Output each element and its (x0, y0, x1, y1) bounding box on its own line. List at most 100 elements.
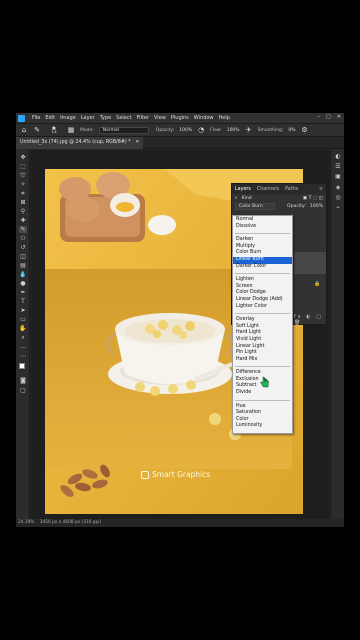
libraries-panel-icon[interactable]: ▣ (334, 173, 342, 180)
color-panel-icon[interactable]: ◐ (334, 153, 342, 160)
menu-divider (235, 399, 290, 401)
blend-hard-mix[interactable]: Hard Mix (233, 357, 292, 364)
rectangle-tool-icon[interactable]: ▭ (19, 316, 27, 323)
marquee-tool-icon[interactable]: ⬚ (19, 163, 27, 170)
blend-vivid-light[interactable]: Vivid Light (233, 337, 292, 344)
smoothing-value[interactable]: 0% (288, 128, 295, 133)
blend-darker-color[interactable]: Darker Color (233, 264, 292, 271)
airbrush-icon[interactable]: ✈ (245, 126, 253, 134)
document-tab-bar: Untitled_3x (74).jpg @ 24.4% (cup, RGB/8… (16, 137, 344, 149)
blend-lighter-color[interactable]: Lighter Color (233, 304, 292, 311)
maximize-icon[interactable]: □ (326, 114, 331, 120)
history-brush-tool-icon[interactable]: ↺ (19, 244, 27, 251)
menu-file[interactable]: File (32, 115, 40, 121)
layer-thumbnail-row[interactable] (294, 252, 326, 274)
blend-saturation[interactable]: Saturation (233, 410, 292, 417)
blend-color-dodge[interactable]: Color Dodge (233, 290, 292, 297)
healing-brush-tool-icon[interactable]: ✚ (19, 217, 27, 224)
opacity-value[interactable]: 100% (179, 128, 192, 133)
eyedropper-tool-icon[interactable]: ⚲ (19, 208, 27, 215)
blur-tool-icon[interactable]: 💧 (19, 271, 27, 278)
opacity-label: Opacity: (155, 127, 175, 133)
tab-layers[interactable]: Layers (235, 187, 251, 192)
pressure-opacity-icon[interactable]: ◔ (197, 126, 205, 134)
menu-window[interactable]: Window (194, 115, 214, 121)
watermark: Smart Graphics (141, 470, 210, 479)
brush-preset-icon[interactable]: ● 13 (46, 126, 62, 134)
filter-kind-select[interactable]: Kind (242, 196, 252, 201)
pen-tool-icon[interactable]: ✒ (19, 289, 27, 296)
tab-channels[interactable]: Channels (257, 187, 279, 192)
menu-select[interactable]: Select (116, 115, 131, 121)
menu-layer[interactable]: Layer (81, 115, 95, 121)
blend-normal[interactable]: Normal (233, 217, 292, 224)
screen-mode-icon[interactable]: ▢ (19, 387, 27, 394)
close-icon[interactable]: ✕ (337, 114, 341, 120)
crop-tool-icon[interactable]: ⌗ (19, 190, 27, 197)
move-tool-icon[interactable]: ✥ (19, 154, 27, 161)
mode-value: Normal (102, 127, 120, 133)
zoom-level[interactable]: 24.39% (18, 520, 34, 525)
document-tab[interactable]: Untitled_3x (74).jpg @ 24.4% (cup, RGB/8… (16, 137, 144, 149)
brush-tool-button-icon[interactable]: ✎ (19, 226, 27, 233)
blend-mode-select[interactable]: Color Burn (235, 202, 275, 210)
menu-type[interactable]: Type (100, 115, 111, 121)
watermark-text: Smart Graphics (152, 470, 211, 479)
blend-lighten[interactable]: Lighten (233, 277, 292, 284)
dodge-tool-icon[interactable]: ● (19, 280, 27, 287)
blend-hard-light[interactable]: Hard Light (233, 330, 292, 337)
options-bar: ⌂ ✎ ● 13 ▦ Mode: Normal Opacity: 100% ◔ F… (16, 123, 344, 137)
channels-panel-icon[interactable]: ◎ (334, 194, 342, 201)
quick-select-tool-icon[interactable]: ✧ (19, 181, 27, 188)
blend-overlay[interactable]: Overlay (233, 317, 292, 324)
foreground-color-swatch[interactable] (19, 363, 25, 369)
smoothing-settings-icon[interactable]: ⚙ (301, 126, 309, 134)
filter-icons[interactable]: ▣ T ⬚ ◫ (303, 196, 323, 201)
tab-close-icon[interactable]: ✕ (135, 140, 139, 145)
menu-image[interactable]: Image (60, 115, 76, 121)
layer-opacity-value[interactable]: 100% (310, 204, 323, 209)
edit-toolbar-icon[interactable]: ⋯ (19, 353, 27, 360)
home-icon[interactable]: ⌂ (20, 126, 28, 134)
minimize-icon[interactable]: – (318, 114, 321, 120)
menu-edit[interactable]: Edit (45, 115, 55, 121)
layers-panel-icon[interactable]: ◈ (334, 184, 342, 191)
blend-linear-dodge[interactable]: Linear Dodge (Add) (233, 297, 292, 304)
menu-plugins[interactable]: Plugins (171, 115, 189, 121)
zoom-tool-icon[interactable]: ⌕ (19, 334, 27, 341)
panel-menu-icon[interactable]: ≡ (319, 187, 323, 192)
hand-tool-icon[interactable]: ✋ (19, 325, 27, 332)
frame-tool-icon[interactable]: ⊠ (19, 199, 27, 206)
blend-dissolve[interactable]: Dissolve (233, 224, 292, 231)
lasso-tool-icon[interactable]: ➰ (19, 172, 27, 179)
type-tool-icon[interactable]: T (19, 298, 27, 305)
properties-panel-icon[interactable]: ☰ (334, 163, 342, 170)
quick-mask-icon[interactable]: ◙ (19, 377, 27, 384)
blend-pin-light[interactable]: Pin Light (233, 350, 292, 357)
blend-color-burn[interactable]: Color Burn (233, 250, 292, 257)
menu-help[interactable]: Help (219, 115, 230, 121)
flow-label: Flow: (210, 127, 222, 133)
brush-tool-icon[interactable]: ✎ (33, 126, 41, 134)
path-select-tool-icon[interactable]: ➤ (19, 307, 27, 314)
blend-linear-burn[interactable]: Linear Burn (233, 256, 292, 264)
lock-icon[interactable]: 🔒 (314, 281, 320, 287)
menu-view[interactable]: View (154, 115, 166, 121)
eraser-tool-icon[interactable]: ◫ (19, 253, 27, 260)
gradient-tool-icon[interactable]: ▤ (19, 262, 27, 269)
brush-settings-icon[interactable]: ▦ (67, 126, 75, 134)
flow-value[interactable]: 100% (227, 128, 240, 133)
blend-divide[interactable]: Divide (233, 390, 292, 397)
menu-divider (235, 273, 290, 275)
tab-paths[interactable]: Paths (285, 187, 298, 192)
blend-luminosity[interactable]: Luminosity (233, 423, 292, 430)
clone-stamp-tool-icon[interactable]: ⚇ (19, 235, 27, 242)
mode-select[interactable]: Normal (98, 126, 149, 134)
layer-filter-row: ⌕ Kind ▣ T ⬚ ◫ (232, 194, 326, 202)
more-tools-icon[interactable]: … (19, 343, 27, 350)
menu-divider (235, 313, 290, 315)
photoshop-logo-icon (18, 114, 25, 122)
menu-filter[interactable]: Filter (137, 115, 149, 121)
paths-panel-icon[interactable]: ⌁ (334, 204, 342, 211)
blend-darken[interactable]: Darken (233, 237, 292, 244)
